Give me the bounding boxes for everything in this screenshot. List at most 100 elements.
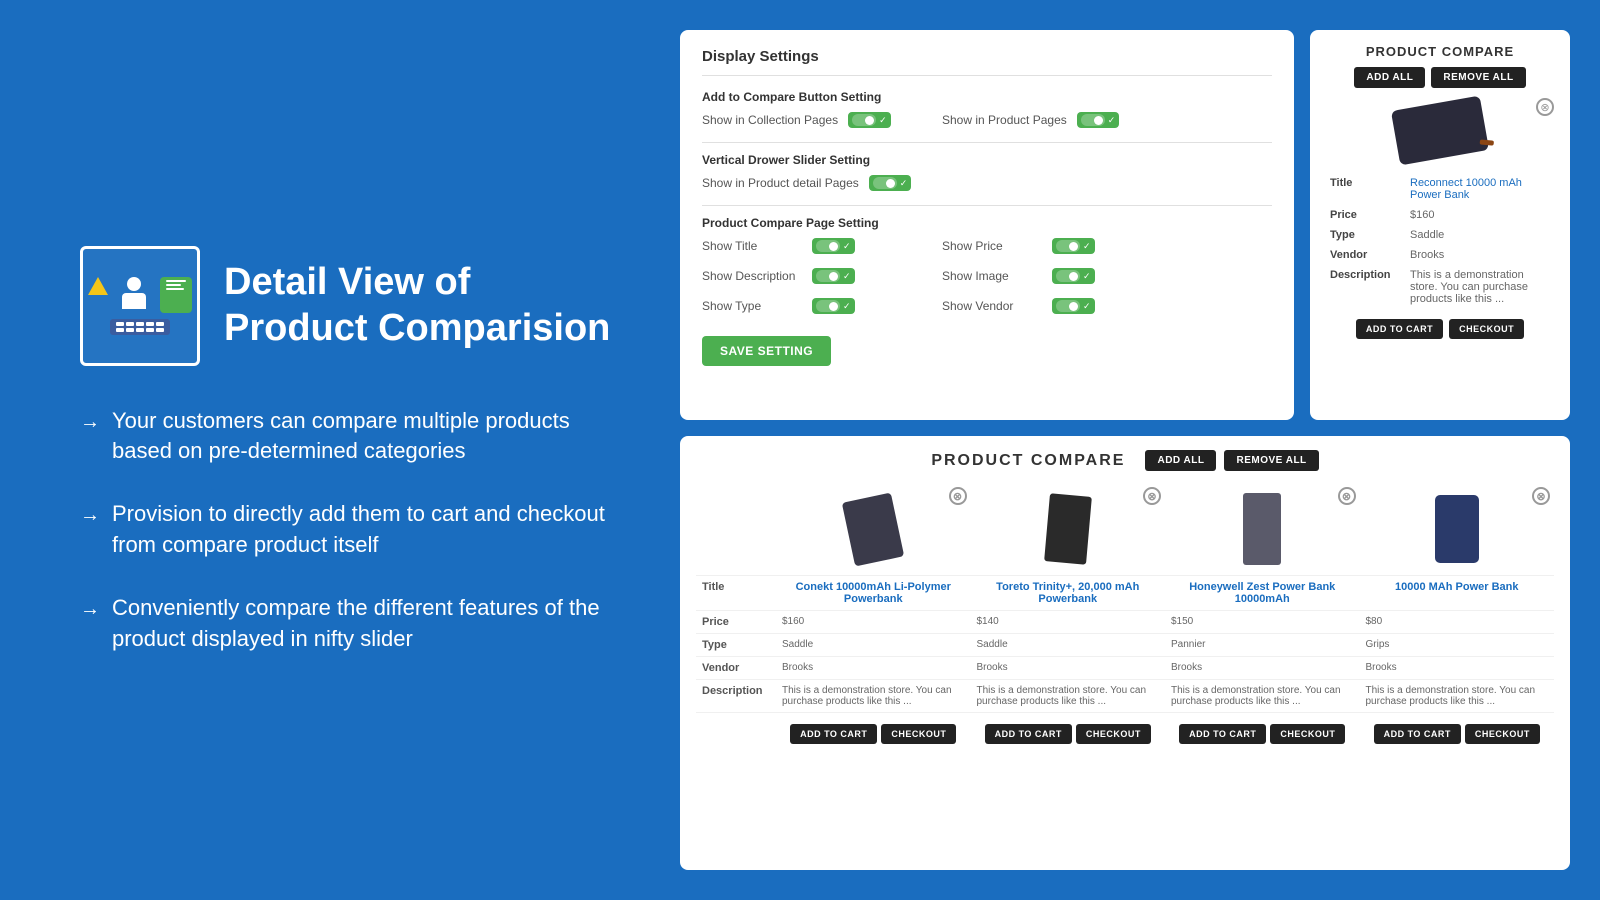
description-value: This is a demonstration store. You can p… (1406, 265, 1554, 309)
small-add-all-button[interactable]: ADD ALL (1354, 67, 1425, 88)
toggle-show-description[interactable]: ✓ (812, 268, 855, 284)
toggle-show-collection[interactable]: ✓ (848, 112, 891, 128)
small-checkout-button[interactable]: CHECKOUT (1449, 319, 1524, 339)
product-1-image (842, 492, 904, 566)
small-close-button[interactable]: ⊗ (1536, 98, 1554, 116)
section3-row-2: Show Description ✓ Show Image ✓ (702, 268, 1272, 284)
product-1-description: This is a demonstration store. You can p… (776, 680, 971, 713)
logo-box (80, 246, 200, 366)
powerbank-cable (1480, 139, 1494, 145)
check-icon-2: ✓ (1108, 115, 1116, 126)
product-1-close[interactable]: ⊗ (949, 487, 967, 505)
description-label: Description (1326, 265, 1406, 309)
product-3-checkout[interactable]: CHECKOUT (1270, 724, 1345, 744)
setting-show-vendor: Show Vendor ✓ (942, 298, 1142, 314)
product-4-close[interactable]: ⊗ (1532, 487, 1550, 505)
product-3-image (1243, 493, 1281, 565)
product-1-price: $160 (776, 611, 971, 634)
product-2-checkout[interactable]: CHECKOUT (1076, 724, 1151, 744)
product-3-price: $150 (1165, 611, 1360, 634)
toggle-show-title[interactable]: ✓ (812, 238, 855, 254)
big-remove-all-button[interactable]: REMOVE ALL (1224, 450, 1318, 471)
chat-icon (160, 277, 192, 313)
left-panel: Detail View of Product Comparision → You… (0, 0, 680, 900)
table-row-title: Title Reconnect 10000 mAh Power Bank (1326, 173, 1554, 205)
product-2-title: Toreto Trinity+, 20,000 mAh Powerbank (971, 576, 1166, 611)
product-3-vendor: Brooks (1165, 657, 1360, 680)
section1-label: Add to Compare Button Setting (702, 90, 1272, 104)
description-row: Description This is a demonstration stor… (696, 680, 1554, 713)
big-add-all-button[interactable]: ADD ALL (1145, 450, 1216, 471)
product-4-checkout[interactable]: CHECKOUT (1465, 724, 1540, 744)
setting-show-detail: Show in Product detail Pages ✓ (702, 175, 911, 191)
product-title-link[interactable]: Reconnect 10000 mAh Power Bank (1410, 177, 1522, 201)
price-row: Price $160 $140 $150 $80 (696, 611, 1554, 634)
product-1-type: Saddle (776, 634, 971, 657)
big-compare-panel: PRODUCT COMPARE ADD ALL REMOVE ALL ⊗ (680, 436, 1570, 870)
setting-show-type: Show Type ✓ (702, 298, 902, 314)
toggle-show-product[interactable]: ✓ (1077, 112, 1120, 128)
empty-header (696, 483, 776, 576)
vendor-label: Vendor (1326, 245, 1406, 265)
product-1-vendor: Brooks (776, 657, 971, 680)
product-2-name-link[interactable]: Toreto Trinity+, 20,000 mAh Powerbank (977, 581, 1160, 605)
toggle-show-vendor[interactable]: ✓ (1052, 298, 1095, 314)
keyboard-icon (110, 319, 170, 335)
product-2-add-to-cart[interactable]: ADD TO CART (985, 724, 1072, 744)
product-1-add-to-cart[interactable]: ADD TO CART (790, 724, 877, 744)
product-2-close[interactable]: ⊗ (1143, 487, 1161, 505)
check-icon-3: ✓ (900, 178, 908, 189)
product-1-name-link[interactable]: Conekt 10000mAh Li-Polymer Powerbank (782, 581, 965, 605)
product-4-add-to-cart[interactable]: ADD TO CART (1374, 724, 1461, 744)
bullet-item-2: → Provision to directly add them to cart… (80, 499, 620, 561)
setting-show-title: Show Title ✓ (702, 238, 902, 254)
table-row-price: Price $160 (1326, 205, 1554, 225)
product-4-image-container (1364, 489, 1551, 569)
title-row: Title Conekt 10000mAh Li-Polymer Powerba… (696, 576, 1554, 611)
small-compare-header: PRODUCT COMPARE ADD ALL REMOVE ALL (1326, 44, 1554, 88)
toggle-track (852, 114, 876, 126)
person-icon (116, 277, 152, 313)
small-remove-all-button[interactable]: REMOVE ALL (1431, 67, 1525, 88)
small-product-table: Title Reconnect 10000 mAh Power Bank Pri… (1326, 173, 1554, 309)
product-4-price: $80 (1360, 611, 1555, 634)
powerbank-shape (1391, 96, 1489, 166)
table-row-vendor: Vendor Brooks (1326, 245, 1554, 265)
product-3-close[interactable]: ⊗ (1338, 487, 1356, 505)
show-product-label: Show in Product Pages (942, 113, 1067, 127)
product-4-name-link[interactable]: 10000 MAh Power Bank (1366, 581, 1549, 593)
toggle-dot-3 (886, 179, 895, 188)
small-product-image (1390, 98, 1490, 163)
product-3-name-link[interactable]: Honeywell Zest Power Bank 10000mAh (1171, 581, 1354, 605)
title-col-label: Title (696, 576, 776, 611)
section3-row-1: Show Title ✓ Show Price ✓ (702, 238, 1272, 254)
right-layout: Display Settings Add to Compare Button S… (680, 0, 1600, 900)
product-2-description: This is a demonstration store. You can p… (971, 680, 1166, 713)
product-3-image-container (1169, 489, 1356, 569)
toggle-dot-2 (1094, 116, 1103, 125)
toggle-show-type[interactable]: ✓ (812, 298, 855, 314)
product-1-checkout[interactable]: CHECKOUT (881, 724, 956, 744)
small-compare-buttons: ADD ALL REMOVE ALL (1354, 67, 1525, 88)
vendor-row: Vendor Brooks Brooks Brooks Brooks (696, 657, 1554, 680)
arrow-icon-3: → (80, 595, 100, 623)
bullet-item-3: → Conveniently compare the different fea… (80, 593, 620, 655)
product-4-image (1435, 495, 1479, 563)
toggle-show-image[interactable]: ✓ (1052, 268, 1095, 284)
section3-row-3: Show Type ✓ Show Vendor ✓ (702, 298, 1272, 314)
table-row-description: Description This is a demonstration stor… (1326, 265, 1554, 309)
show-collection-label: Show in Collection Pages (702, 113, 838, 127)
table-row-type: Type Saddle (1326, 225, 1554, 245)
product-4-title: 10000 MAh Power Bank (1360, 576, 1555, 611)
setting-show-image: Show Image ✓ (942, 268, 1142, 284)
buttons-label-empty (696, 713, 776, 756)
show-price-label: Show Price (942, 239, 1042, 253)
save-setting-button[interactable]: SAVE SETTING (702, 336, 831, 366)
product-4-buttons: ADD TO CART CHECKOUT (1360, 713, 1555, 756)
toggle-show-price[interactable]: ✓ (1052, 238, 1095, 254)
product-3-add-to-cart[interactable]: ADD TO CART (1179, 724, 1266, 744)
small-product-image-container: ⊗ (1326, 98, 1554, 163)
check-icon: ✓ (879, 115, 887, 126)
small-add-to-cart-button[interactable]: ADD TO CART (1356, 319, 1443, 339)
toggle-show-detail[interactable]: ✓ (869, 175, 912, 191)
